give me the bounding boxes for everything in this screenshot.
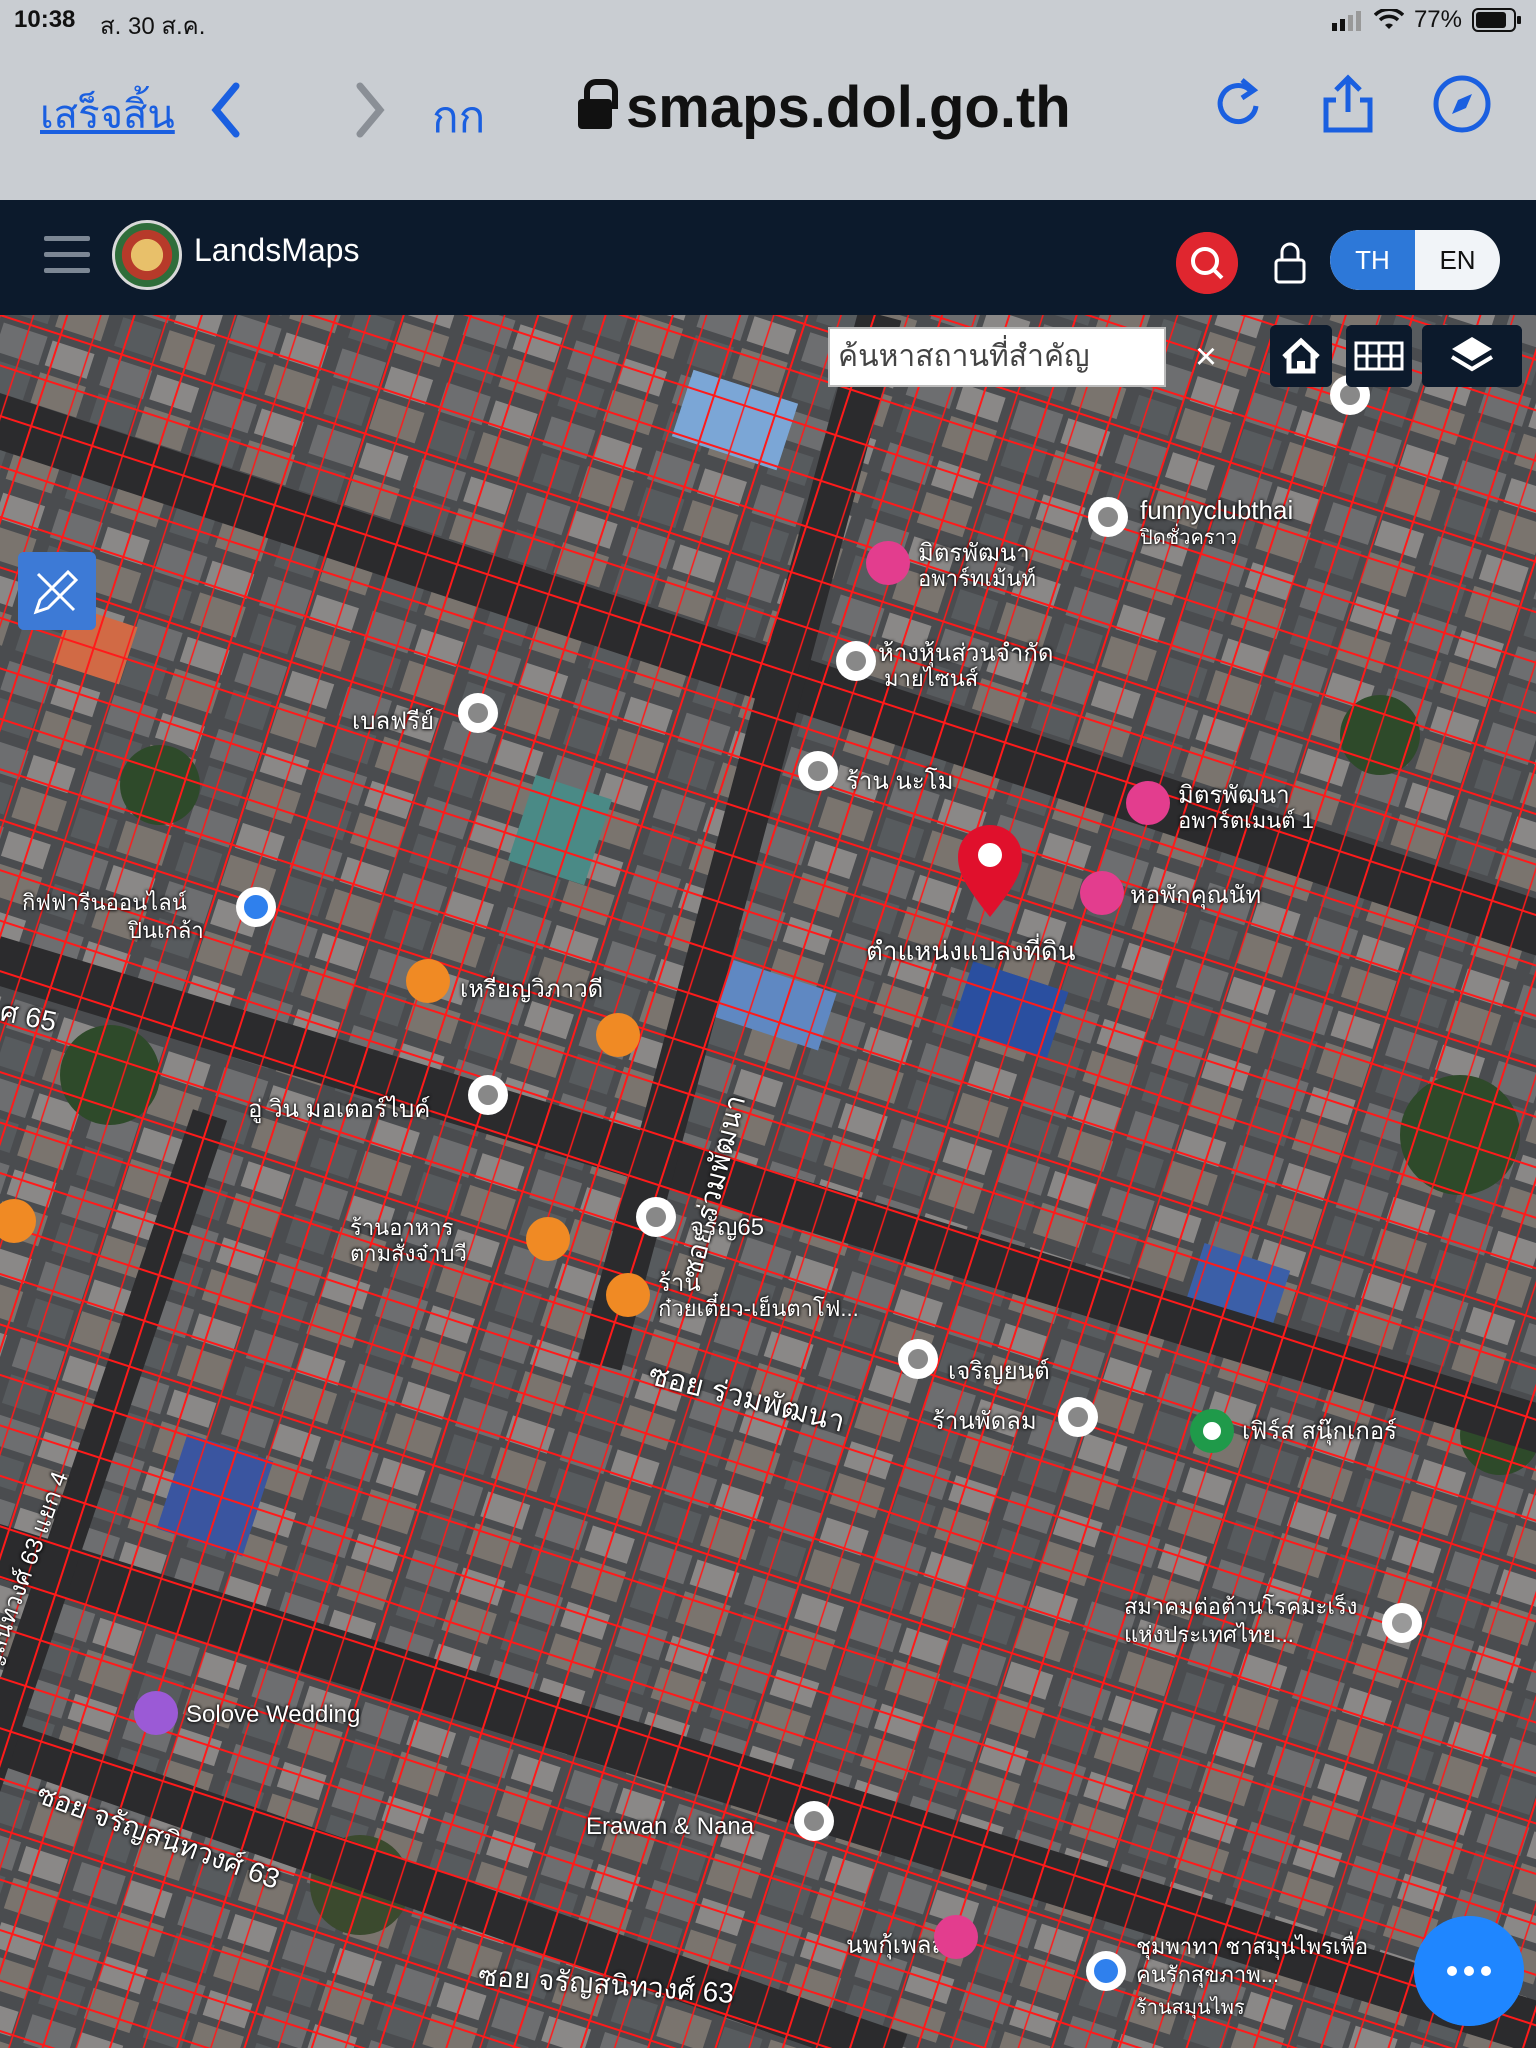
lang-en-button[interactable]: EN	[1415, 230, 1500, 290]
home-icon[interactable]	[1270, 325, 1332, 387]
share-icon[interactable]	[1316, 72, 1380, 136]
url-host: smaps.dol.go.th	[626, 75, 1071, 140]
compass-icon[interactable]	[1430, 72, 1494, 136]
status-time: 10:38	[14, 6, 76, 33]
place-search-input[interactable]: ค้นหาสถานที่สำคัญ	[828, 327, 1166, 387]
done-button[interactable]: เสร็จสิ้น	[40, 82, 175, 146]
map-view[interactable]: funnyclubthai ปิดชั่วคราว มิตรพัฒนา อพาร…	[0, 315, 1536, 2048]
battery-icon	[1472, 8, 1521, 32]
chevron-left-icon[interactable]	[206, 80, 246, 140]
lock-icon	[578, 78, 618, 129]
reload-icon[interactable]	[1206, 72, 1270, 136]
text-size-button[interactable]: กก	[432, 82, 485, 152]
lock-icon[interactable]	[1270, 240, 1310, 286]
url-field[interactable]: smaps.dol.go.th	[578, 74, 1071, 141]
browser-toolbar: เสร็จสิ้น กก smaps.dol.go.th	[0, 40, 1536, 200]
status-right: 77%	[1331, 6, 1522, 34]
draw-tool-icon[interactable]	[18, 552, 96, 630]
satellite-map[interactable]	[0, 315, 1536, 2048]
lang-th-button[interactable]: TH	[1330, 230, 1415, 290]
grid-icon[interactable]	[1346, 325, 1412, 387]
clear-search-button[interactable]: ×	[1166, 327, 1246, 387]
more-options-button[interactable]	[1414, 1916, 1524, 2026]
wifi-icon	[1373, 9, 1404, 29]
language-toggle[interactable]: TH EN	[1330, 230, 1500, 290]
menu-icon[interactable]	[44, 236, 90, 276]
department-logo	[112, 220, 182, 290]
signal-icon	[1331, 11, 1361, 31]
search-icon[interactable]	[1176, 232, 1238, 294]
brand-name: LandsMaps	[194, 232, 360, 268]
chevron-right-icon[interactable]	[350, 80, 390, 140]
status-bar: 10:38 ส. 30 ส.ค. 77%	[0, 0, 1536, 40]
layers-icon[interactable]	[1422, 325, 1522, 387]
battery-percent: 77%	[1413, 6, 1462, 33]
